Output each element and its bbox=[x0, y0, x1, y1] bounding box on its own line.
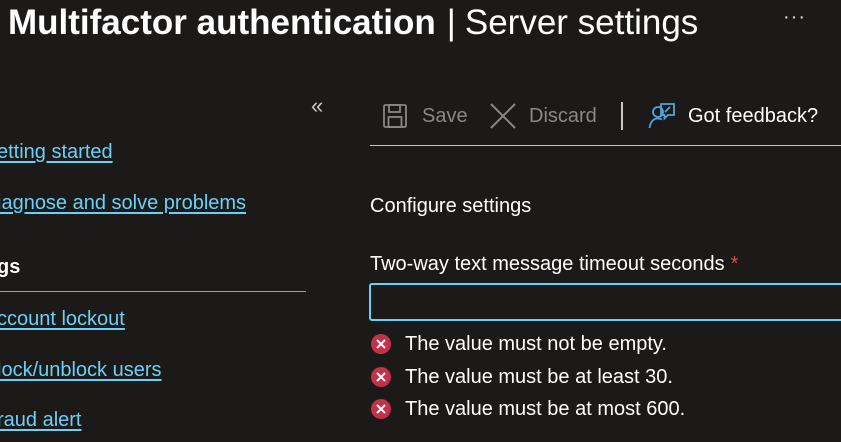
close-icon bbox=[489, 102, 517, 130]
feedback-icon bbox=[648, 102, 676, 130]
page-title-main: Multifactor authentication bbox=[8, 3, 436, 42]
sidebar-item-block-unblock-users[interactable]: lock/unblock users bbox=[0, 359, 162, 382]
save-icon bbox=[382, 103, 408, 129]
timeout-seconds-input[interactable] bbox=[369, 283, 841, 321]
section-title: Configure settings bbox=[370, 195, 532, 217]
toolbar-divider bbox=[621, 102, 623, 130]
save-label: Save bbox=[422, 104, 468, 127]
page-title: Multifactor authentication | Server settin… bbox=[8, 0, 698, 46]
error-icon bbox=[371, 399, 391, 419]
sidebar-divider bbox=[0, 291, 306, 292]
collapse-sidebar-button[interactable]: « bbox=[311, 93, 323, 119]
save-button[interactable]: Save bbox=[382, 96, 468, 136]
validation-error-text: The value must not be empty. bbox=[405, 332, 667, 355]
error-icon bbox=[371, 367, 391, 387]
feedback-label: Got feedback? bbox=[688, 104, 819, 127]
sidebar-item-getting-started[interactable]: etting started bbox=[0, 141, 113, 164]
feedback-button[interactable]: Got feedback? bbox=[648, 96, 818, 136]
more-options-button[interactable]: ··· bbox=[783, 6, 806, 29]
discard-button[interactable]: Discard bbox=[489, 96, 597, 136]
sidebar-item-diagnose[interactable]: iagnose and solve problems bbox=[0, 192, 246, 215]
error-icon bbox=[371, 334, 391, 354]
validation-error: The value must be at most 600. bbox=[371, 397, 685, 421]
validation-error-text: The value must be at most 600. bbox=[405, 397, 686, 420]
sidebar-item-account-lockout[interactable]: ccount lockout bbox=[0, 308, 125, 331]
sidebar-section-settings: gs bbox=[0, 256, 21, 278]
title-separator: | bbox=[446, 3, 456, 42]
discard-label: Discard bbox=[529, 104, 597, 127]
validation-error: The value must be at least 30. bbox=[371, 365, 673, 389]
validation-error-text: The value must be at least 30. bbox=[405, 365, 673, 388]
timeout-field-label-text: Two-way text message timeout seconds bbox=[370, 253, 725, 275]
sidebar-item-fraud-alert[interactable]: raud alert bbox=[0, 409, 82, 432]
validation-error: The value must not be empty. bbox=[371, 332, 667, 356]
required-marker: * bbox=[730, 253, 739, 275]
page-title-sub: Server settings bbox=[464, 3, 699, 42]
toolbar-underline bbox=[370, 145, 841, 146]
timeout-field-label: Two-way text message timeout seconds * bbox=[370, 253, 738, 276]
